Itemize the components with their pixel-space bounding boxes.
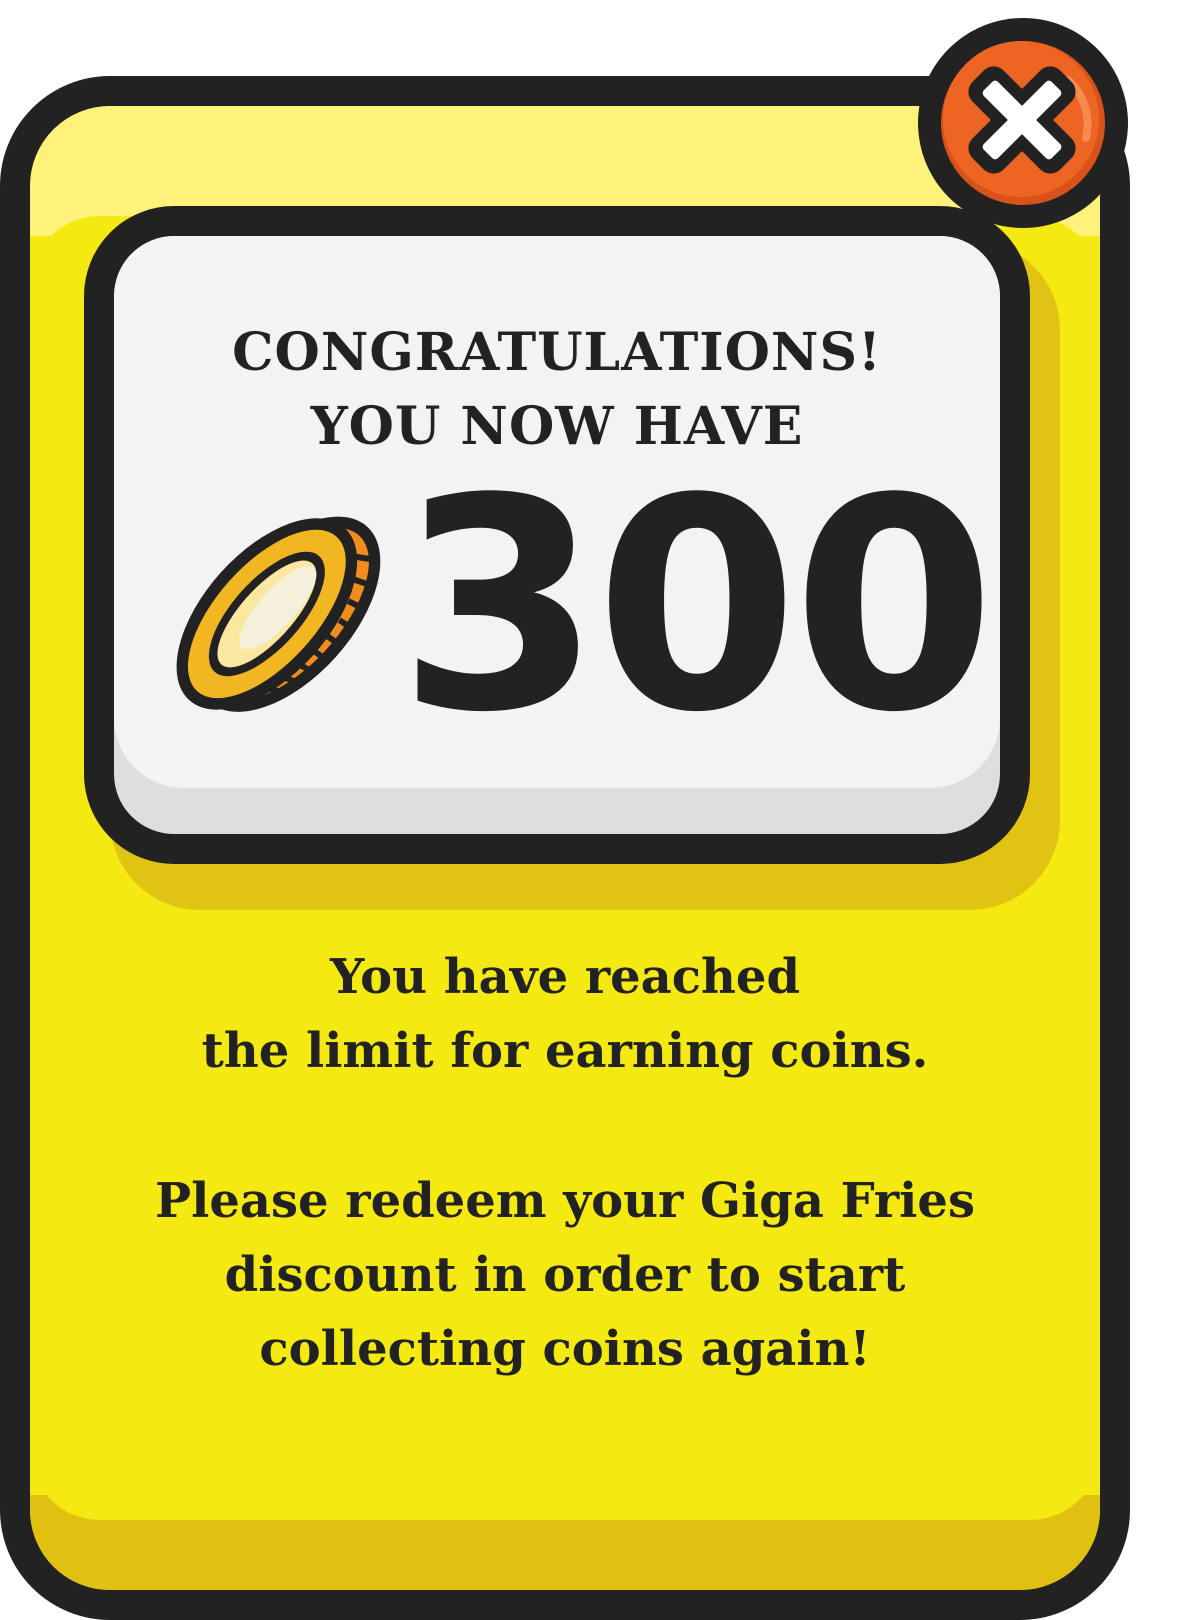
coin-icon bbox=[176, 516, 381, 712]
redeem-message-line-1: Please redeem your Giga Fries bbox=[155, 1173, 975, 1229]
title-line-1: CONGRATULATIONS! bbox=[232, 322, 882, 383]
coin-count: 300 bbox=[398, 436, 996, 776]
limit-message: You have reached the limit for earning c… bbox=[60, 940, 1070, 1088]
close-button[interactable] bbox=[918, 18, 1128, 228]
redeem-message: Please redeem your Giga Fries discount i… bbox=[60, 1164, 1070, 1386]
coin-limit-dialog: CONGRATULATIONS! YOU NOW HAVE 300 You ha… bbox=[0, 0, 1192, 1620]
redeem-message-line-2: discount in order to start bbox=[224, 1247, 906, 1303]
limit-message-line-2: the limit for earning coins. bbox=[201, 1023, 929, 1079]
limit-message-line-1: You have reached bbox=[329, 949, 800, 1005]
close-icon bbox=[941, 41, 1105, 205]
redeem-message-line-3: collecting coins again! bbox=[259, 1321, 871, 1377]
